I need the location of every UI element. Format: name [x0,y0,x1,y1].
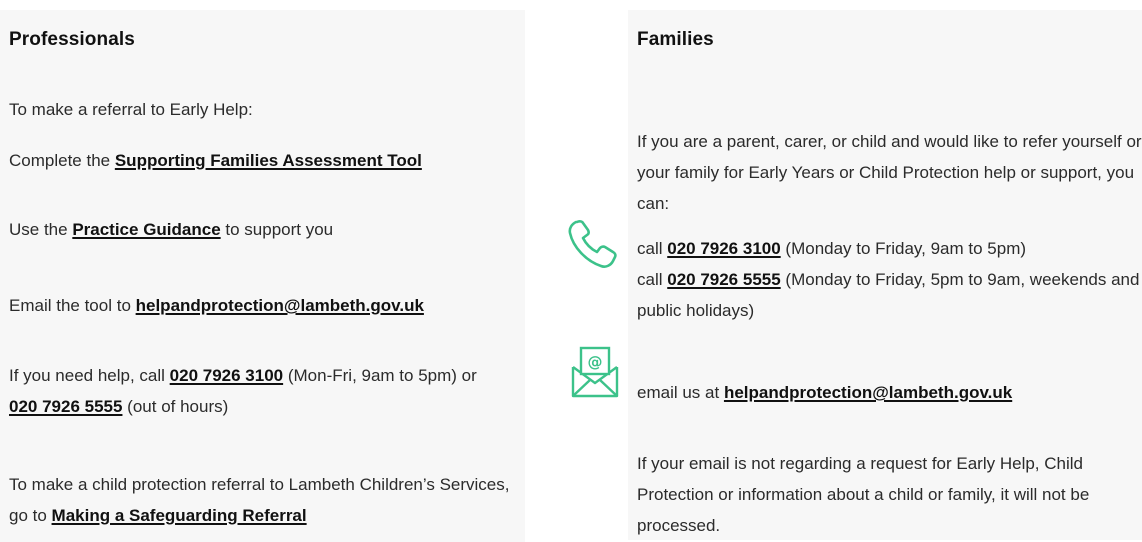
email-prefix: Email the tool to [9,296,136,315]
help-prefix: If you need help, call [9,366,170,385]
safeguarding-referral-link[interactable]: Making a Safeguarding Referral [52,506,307,525]
professionals-help-line: If you need help, call 020 7926 3100 (Mo… [9,360,509,422]
families-phone-2-link[interactable]: 020 7926 5555 [667,270,780,289]
families-intro: If you are a parent, carer, or child and… [637,132,1142,213]
families-phone-1-link[interactable]: 020 7926 3100 [667,239,780,258]
help-phone-2-link[interactable]: 020 7926 5555 [9,397,122,416]
call1-prefix: call [637,239,668,258]
child-protection-line: To make a child protection referral to L… [9,469,519,531]
professionals-heading: Professionals [9,29,135,50]
families-email-link[interactable]: helpandprotection@lambeth.gov.uk [724,383,1012,402]
help-phone-1-link[interactable]: 020 7926 3100 [170,366,283,385]
call2-prefix: call [637,270,668,289]
svg-text:@: @ [588,353,603,371]
professionals-email-line: Email the tool to helpandprotection@lamb… [9,292,424,320]
professionals-panel: Professionals To make a referral to Earl… [0,10,525,542]
guidance-line: Use the Practice Guidance to support you [9,216,333,244]
professionals-email-link[interactable]: helpandprotection@lambeth.gov.uk [136,296,424,315]
families-panel: Families If you are a parent, carer, or … [628,10,1142,540]
help-suffix: (out of hours) [122,397,229,416]
professionals-intro: To make a referral to Early Help: [9,100,253,119]
families-call-lines: call 020 7926 3100 (Monday to Friday, 9a… [637,233,1142,326]
help-middle: (Mon-Fri, 9am to 5pm) or [283,366,477,385]
call1-suffix: (Monday to Friday, 9am to 5pm) [780,239,1027,258]
mail-icon: @ [571,346,619,398]
families-note: If your email is not regarding a request… [637,454,1090,535]
families-email-prefix: email us at [637,383,724,402]
practice-guidance-link[interactable]: Practice Guidance [72,220,220,239]
sfat-prefix: Complete the [9,151,115,170]
sfat-line: Complete the Supporting Families Assessm… [9,147,422,175]
guidance-suffix: to support you [220,220,334,239]
families-email-line: email us at helpandprotection@lambeth.go… [637,379,1012,407]
phone-icon [568,220,617,268]
sfat-link[interactable]: Supporting Families Assessment Tool [115,151,422,170]
families-heading: Families [637,29,714,50]
guidance-prefix: Use the [9,220,73,239]
